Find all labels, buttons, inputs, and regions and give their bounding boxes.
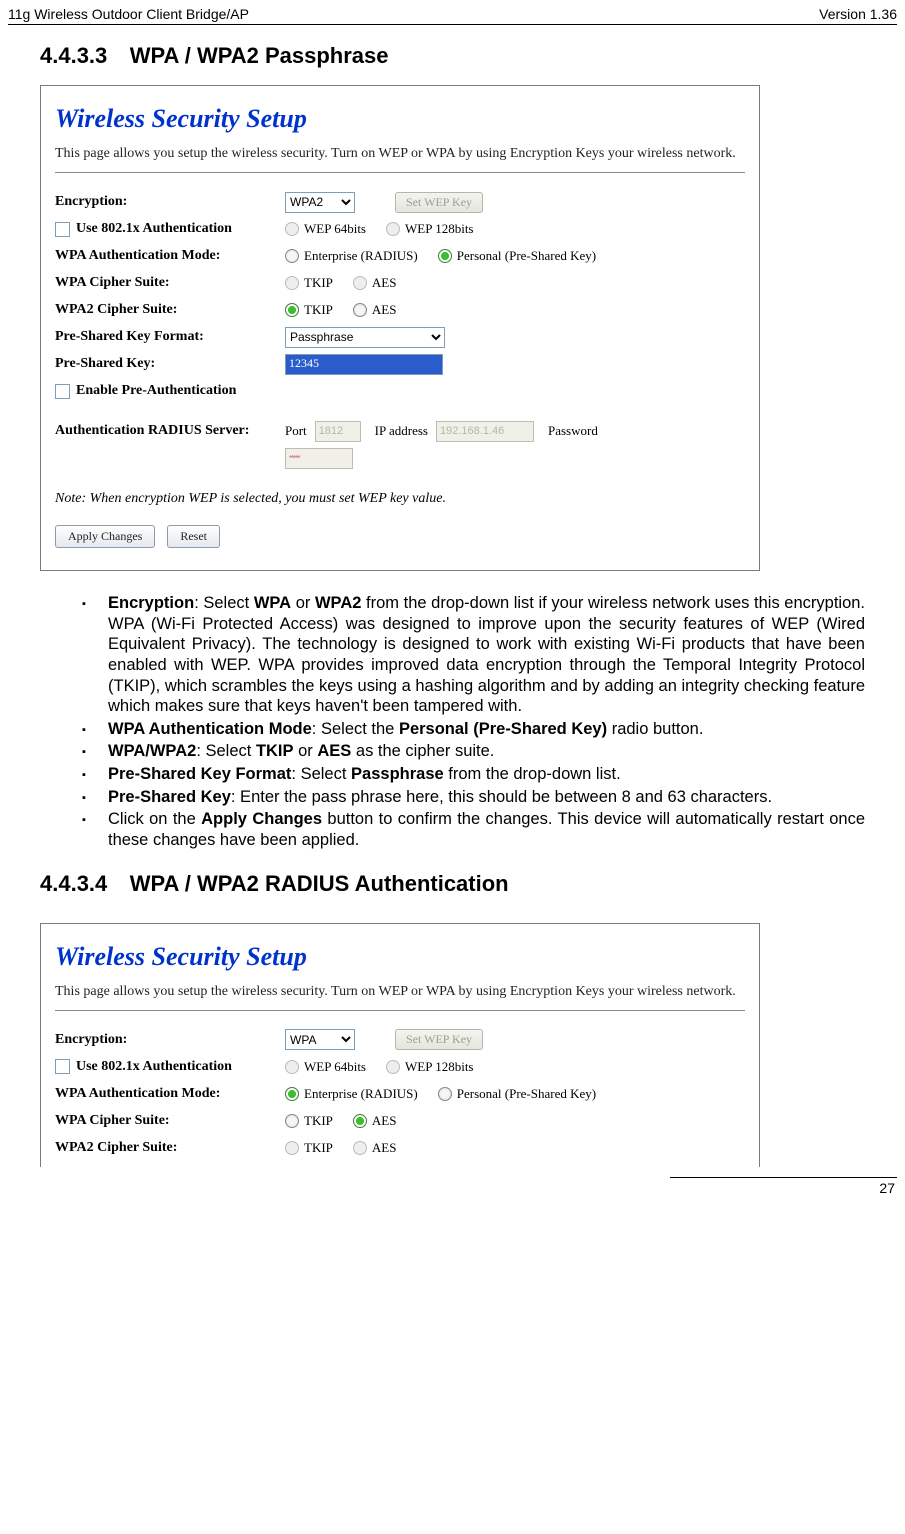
wpa2-tkip-radio[interactable] (285, 303, 299, 317)
wep128-radio-2 (386, 1060, 400, 1074)
encryption-select-2[interactable]: WPA (285, 1029, 355, 1050)
setup-title-2: Wireless Security Setup (55, 942, 745, 972)
set-wep-key-button: Set WEP Key (395, 192, 483, 213)
radius-pwd-input (285, 448, 353, 469)
psk-format-select[interactable]: Passphrase (285, 327, 445, 348)
enterprise-radio-2[interactable] (285, 1087, 299, 1101)
radius-port-input (315, 421, 361, 442)
screenshot-wpa-radius: Wireless Security Setup This page allows… (40, 923, 760, 1167)
bullet-wpa-wpa2: WPA/WPA2: Select TKIP or AES as the ciph… (108, 741, 865, 762)
wpa-aes-label-2: AES (372, 1113, 397, 1129)
personal-radio-2[interactable] (438, 1087, 452, 1101)
divider (55, 172, 745, 173)
header-rule (8, 24, 897, 25)
encryption-select[interactable]: WPA2 (285, 192, 355, 213)
personal-label: Personal (Pre-Shared Key) (457, 248, 596, 264)
radius-port-label: Port (285, 423, 307, 439)
encryption-label: Encryption: (55, 194, 285, 210)
wpa2-aes-radio[interactable] (353, 303, 367, 317)
bullet-encryption: Encryption: Select WPA or WPA2 from the … (108, 593, 865, 717)
wpa2-cipher-label: WPA2 Cipher Suite: (55, 302, 285, 318)
section-heading-1: 4.4.3.3 WPA / WPA2 Passphrase (40, 43, 865, 69)
wep128-radio (386, 222, 400, 236)
wpa-tkip-radio-2[interactable] (285, 1114, 299, 1128)
divider-2 (55, 1010, 745, 1011)
wpa2-tkip-label: TKIP (304, 302, 333, 318)
section-title: WPA / WPA2 Passphrase (130, 43, 389, 69)
wep64-label-2: WEP 64bits (304, 1059, 366, 1075)
page-number: 27 (0, 1178, 905, 1202)
setup-description-2: This page allows you setup the wireless … (55, 984, 745, 1000)
setup-description: This page allows you setup the wireless … (55, 146, 745, 162)
radius-server-label: Authentication RADIUS Server: (55, 423, 285, 439)
psk-format-label: Pre-Shared Key Format: (55, 329, 285, 345)
enable-preauth-checkbox[interactable] (55, 384, 70, 399)
bullet-psk-format: Pre-Shared Key Format: Select Passphrase… (108, 764, 865, 785)
bullet-apply: Click on the Apply Changes button to con… (108, 809, 865, 850)
bullet-wpa-auth-mode: WPA Authentication Mode: Select the Pers… (108, 719, 865, 740)
wpa-auth-mode-label-2: WPA Authentication Mode: (55, 1086, 285, 1102)
wpa-auth-mode-label: WPA Authentication Mode: (55, 248, 285, 264)
section-heading-2: 4.4.3.4 WPA / WPA2 RADIUS Authentication (40, 871, 865, 897)
wep64-radio-2 (285, 1060, 299, 1074)
wep128-label-2: WEP 128bits (405, 1059, 474, 1075)
wpa2-aes-label: AES (372, 302, 397, 318)
personal-label-2: Personal (Pre-Shared Key) (457, 1086, 596, 1102)
wep64-radio (285, 222, 299, 236)
wpa2-tkip-radio-2 (285, 1141, 299, 1155)
wep-note: Note: When encryption WEP is selected, y… (55, 491, 745, 507)
personal-radio[interactable] (438, 249, 452, 263)
screenshot-wpa-passphrase: Wireless Security Setup This page allows… (40, 85, 760, 571)
use-8021x-label-2: Use 802.1x Authentication (76, 1059, 232, 1075)
wpa-tkip-radio (285, 276, 299, 290)
psk-key-label: Pre-Shared Key: (55, 356, 285, 372)
wep128-label: WEP 128bits (405, 221, 474, 237)
wpa2-tkip-label-2: TKIP (304, 1140, 333, 1156)
radius-ip-input (436, 421, 534, 442)
wpa2-cipher-label-2: WPA2 Cipher Suite: (55, 1140, 285, 1156)
section-title-2: WPA / WPA2 RADIUS Authentication (130, 871, 509, 897)
wpa-tkip-label-2: TKIP (304, 1113, 333, 1129)
use-8021x-label: Use 802.1x Authentication (76, 221, 232, 237)
section-number-2: 4.4.3.4 (40, 871, 107, 897)
radius-pwd-label: Password (548, 423, 598, 439)
wep64-label: WEP 64bits (304, 221, 366, 237)
wpa-aes-label: AES (372, 275, 397, 291)
enterprise-radio[interactable] (285, 249, 299, 263)
setup-title: Wireless Security Setup (55, 104, 745, 134)
wpa-tkip-label: TKIP (304, 275, 333, 291)
bullet-psk-key: Pre-Shared Key: Enter the pass phrase he… (108, 787, 865, 808)
use-8021x-checkbox-2[interactable] (55, 1059, 70, 1074)
wpa-cipher-label: WPA Cipher Suite: (55, 275, 285, 291)
reset-button[interactable]: Reset (167, 525, 220, 548)
wpa-aes-radio-2[interactable] (353, 1114, 367, 1128)
psk-key-input[interactable]: 12345 (285, 354, 443, 375)
radius-ip-label: IP address (375, 423, 428, 439)
enable-preauth-label: Enable Pre-Authentication (76, 383, 236, 399)
section-number: 4.4.3.3 (40, 43, 107, 69)
use-8021x-checkbox[interactable] (55, 222, 70, 237)
set-wep-key-button-2: Set WEP Key (395, 1029, 483, 1050)
wpa-cipher-label-2: WPA Cipher Suite: (55, 1113, 285, 1129)
enterprise-label: Enterprise (RADIUS) (304, 248, 418, 264)
wpa2-aes-radio-2 (353, 1141, 367, 1155)
wpa2-aes-label-2: AES (372, 1140, 397, 1156)
enterprise-label-2: Enterprise (RADIUS) (304, 1086, 418, 1102)
header-right: Version 1.36 (819, 6, 897, 22)
apply-changes-button[interactable]: Apply Changes (55, 525, 155, 548)
encryption-label-2: Encryption: (55, 1032, 285, 1048)
header-left: 11g Wireless Outdoor Client Bridge/AP (8, 6, 249, 22)
bullet-list: Encryption: Select WPA or WPA2 from the … (40, 593, 865, 851)
wpa-aes-radio (353, 276, 367, 290)
